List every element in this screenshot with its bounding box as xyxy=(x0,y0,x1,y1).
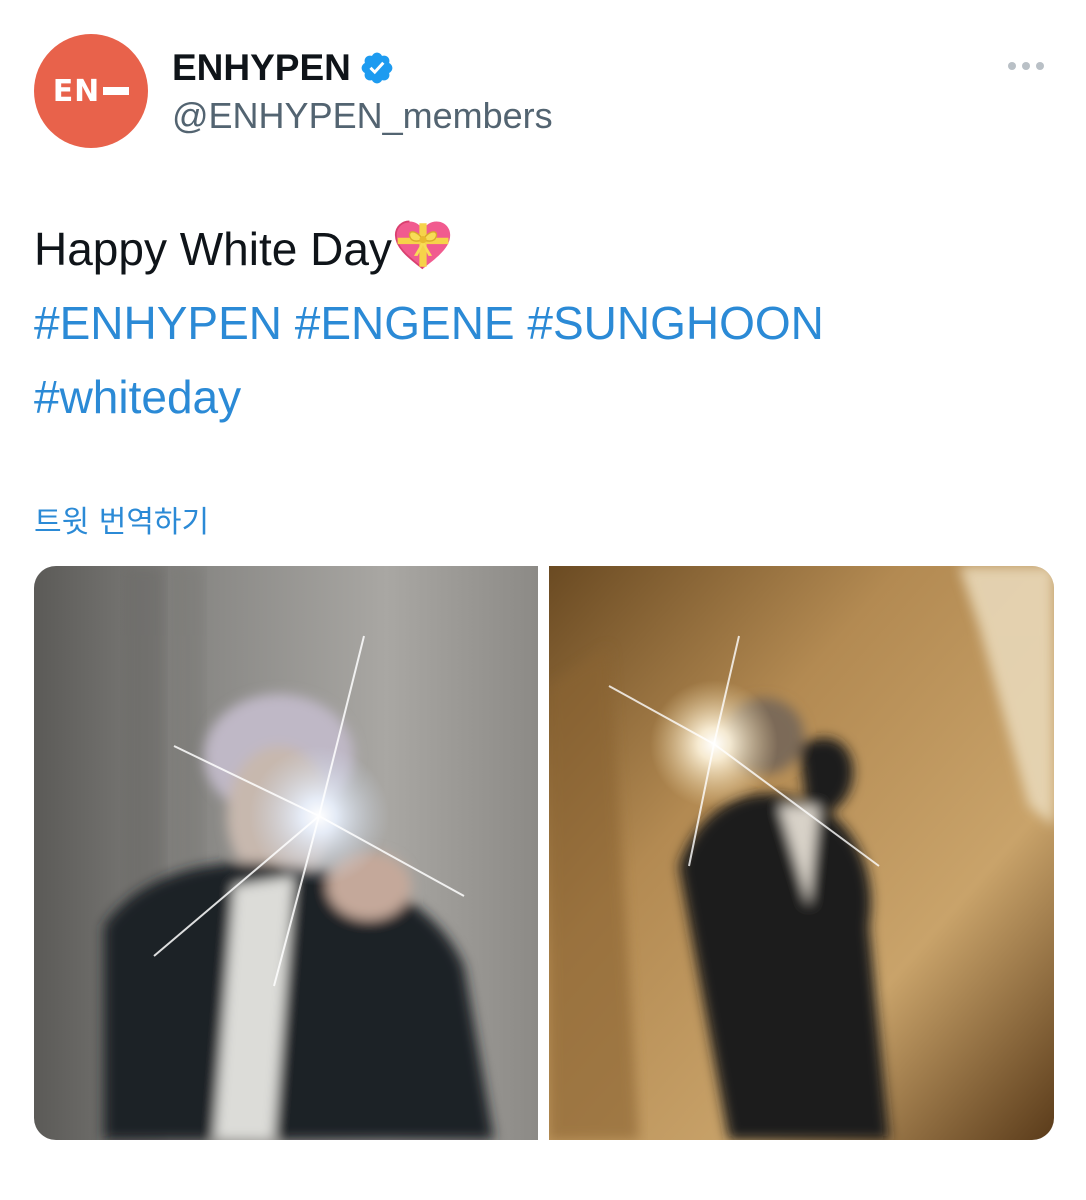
tweet-photo-1[interactable] xyxy=(34,566,538,1140)
tweet-photo-2[interactable] xyxy=(549,566,1054,1140)
more-options-icon[interactable] xyxy=(1008,62,1044,70)
more-dot xyxy=(1036,62,1044,70)
hashtag-link[interactable]: #ENGENE xyxy=(295,297,515,349)
avatar[interactable]: EN xyxy=(34,34,148,148)
author-name-row: ENHYPEN xyxy=(172,45,395,91)
hashtag-link[interactable]: #SUNGHOON xyxy=(527,297,823,349)
hashtag-link[interactable]: #ENHYPEN xyxy=(34,297,282,349)
photo-image xyxy=(34,566,538,1140)
tweet-text: Happy White Day #ENHYPEN #ENGENE #SUNGHO… xyxy=(34,212,1054,434)
tweet-text-line3: #whiteday xyxy=(34,360,1054,434)
translate-tweet-link[interactable]: 트윗 번역하기 xyxy=(34,497,209,541)
avatar-logo-text: EN xyxy=(52,73,101,109)
more-dot xyxy=(1008,62,1016,70)
tweet-text-line2: #ENHYPEN #ENGENE #SUNGHOON xyxy=(34,286,1054,360)
tweet-text-line1: Happy White Day xyxy=(34,212,1054,286)
verified-badge-icon xyxy=(361,52,393,84)
gift-heart-emoji xyxy=(394,220,451,270)
enhypen-logo: EN xyxy=(53,74,130,109)
photo-image xyxy=(549,566,1054,1140)
tweet-message: Happy White Day xyxy=(34,223,392,275)
display-name[interactable]: ENHYPEN xyxy=(172,47,351,89)
more-dot xyxy=(1022,62,1030,70)
hashtag-link[interactable]: #whiteday xyxy=(34,371,241,423)
author-handle[interactable]: @ENHYPEN_members xyxy=(172,95,553,137)
